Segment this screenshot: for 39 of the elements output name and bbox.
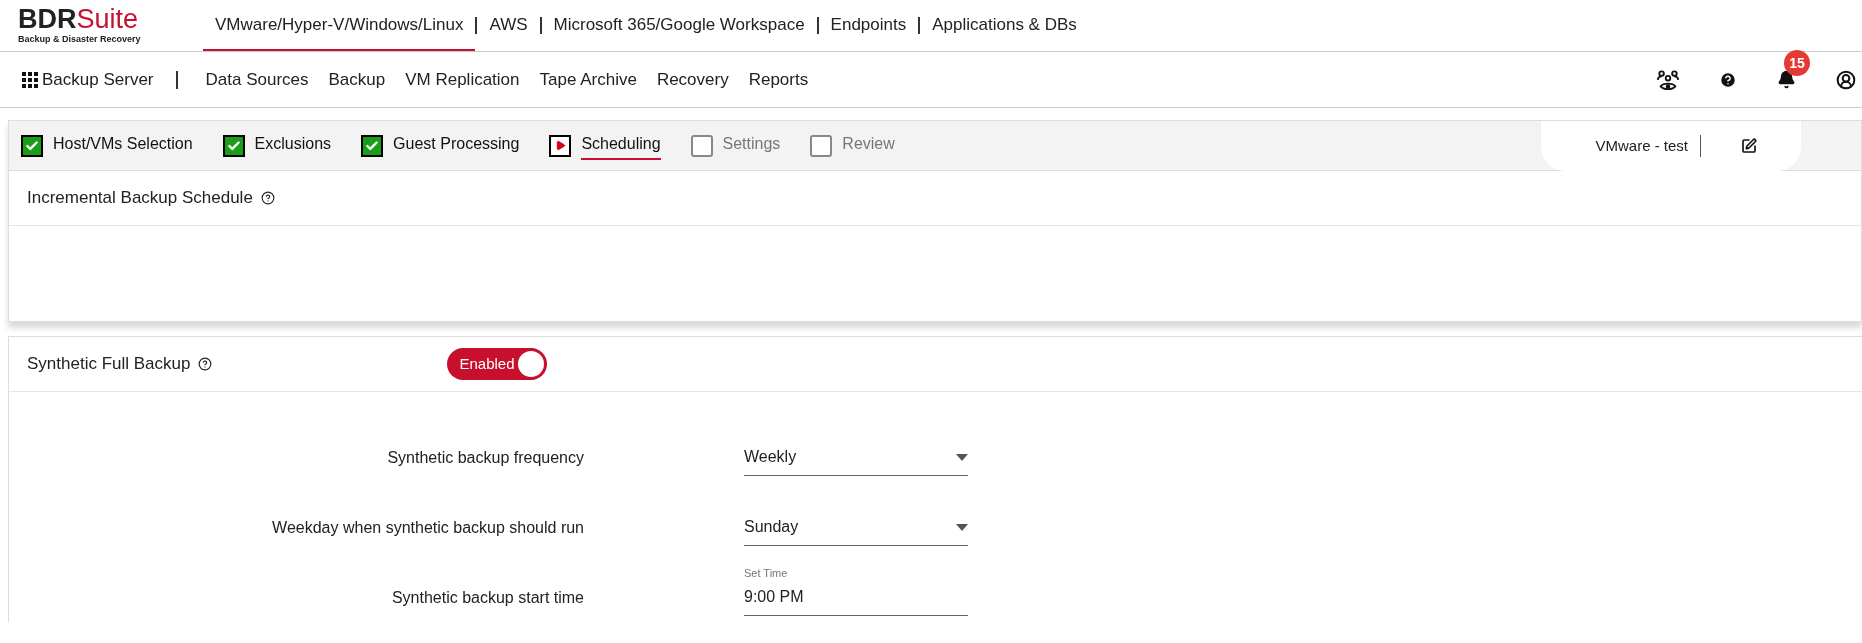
caret-icon xyxy=(956,523,968,531)
logo-text: BDRSuite Backup & Disaster Recovery xyxy=(17,3,142,46)
top-nav-tab[interactable]: VMware/Hyper-V/Windows/Linux xyxy=(203,0,476,51)
wizard-step[interactable]: Scheduling xyxy=(549,131,661,160)
user-icon[interactable] xyxy=(1836,69,1856,90)
section-title: Incremental Backup Schedule xyxy=(27,187,253,210)
dropdown-field[interactable]: Weekly xyxy=(744,445,968,476)
enabled-toggle[interactable]: Enabled xyxy=(447,348,548,380)
top-nav-tab[interactable]: AWS xyxy=(477,0,540,51)
caret-icon xyxy=(956,453,968,461)
menu-link[interactable]: Backup xyxy=(318,66,396,93)
field-label: Synthetic backup start time xyxy=(390,588,584,608)
top-nav-tab[interactable]: Applications & DBs xyxy=(920,0,1089,51)
dropdown-field[interactable]: Sunday xyxy=(744,515,968,546)
menu-link[interactable]: Reports xyxy=(738,66,819,93)
wizard-step[interactable]: Exclusions xyxy=(222,131,332,160)
edit-icon[interactable] xyxy=(1741,138,1757,154)
help-icon[interactable] xyxy=(198,357,213,371)
field-label: Weekday when synthetic backup should run xyxy=(271,518,584,538)
job-name-tab: VMware - test xyxy=(1541,121,1801,171)
wizard-step[interactable]: Host/VMs Selection xyxy=(21,131,193,160)
time-field[interactable]: Set Time 9:00 PM xyxy=(744,564,968,616)
app-menu-button[interactable]: Backup Server xyxy=(22,66,154,93)
wizard-step[interactable]: Settings xyxy=(690,131,781,160)
wizard-step[interactable]: Review xyxy=(810,131,895,160)
top-nav-tab[interactable]: Microsoft 365/Google Workspace xyxy=(541,0,817,51)
wizard-step[interactable]: Guest Processing xyxy=(361,131,520,160)
help-icon[interactable] xyxy=(260,191,275,205)
menu-link[interactable]: Data Sources xyxy=(195,66,319,93)
field-label: Synthetic backup frequency xyxy=(386,448,584,468)
top-nav-tab[interactable]: Endpoints xyxy=(818,0,919,51)
bell-icon[interactable] xyxy=(1777,70,1796,89)
section-title: Synthetic Full Backup xyxy=(27,353,191,376)
notification-badge: 15 xyxy=(1784,50,1810,76)
menu-link[interactable]: Recovery xyxy=(646,66,739,93)
grid-icon xyxy=(22,71,38,88)
menu-link[interactable]: Tape Archive xyxy=(529,66,647,93)
users-eye-icon[interactable] xyxy=(1657,68,1679,91)
menu-link[interactable]: VM Replication xyxy=(395,66,530,93)
